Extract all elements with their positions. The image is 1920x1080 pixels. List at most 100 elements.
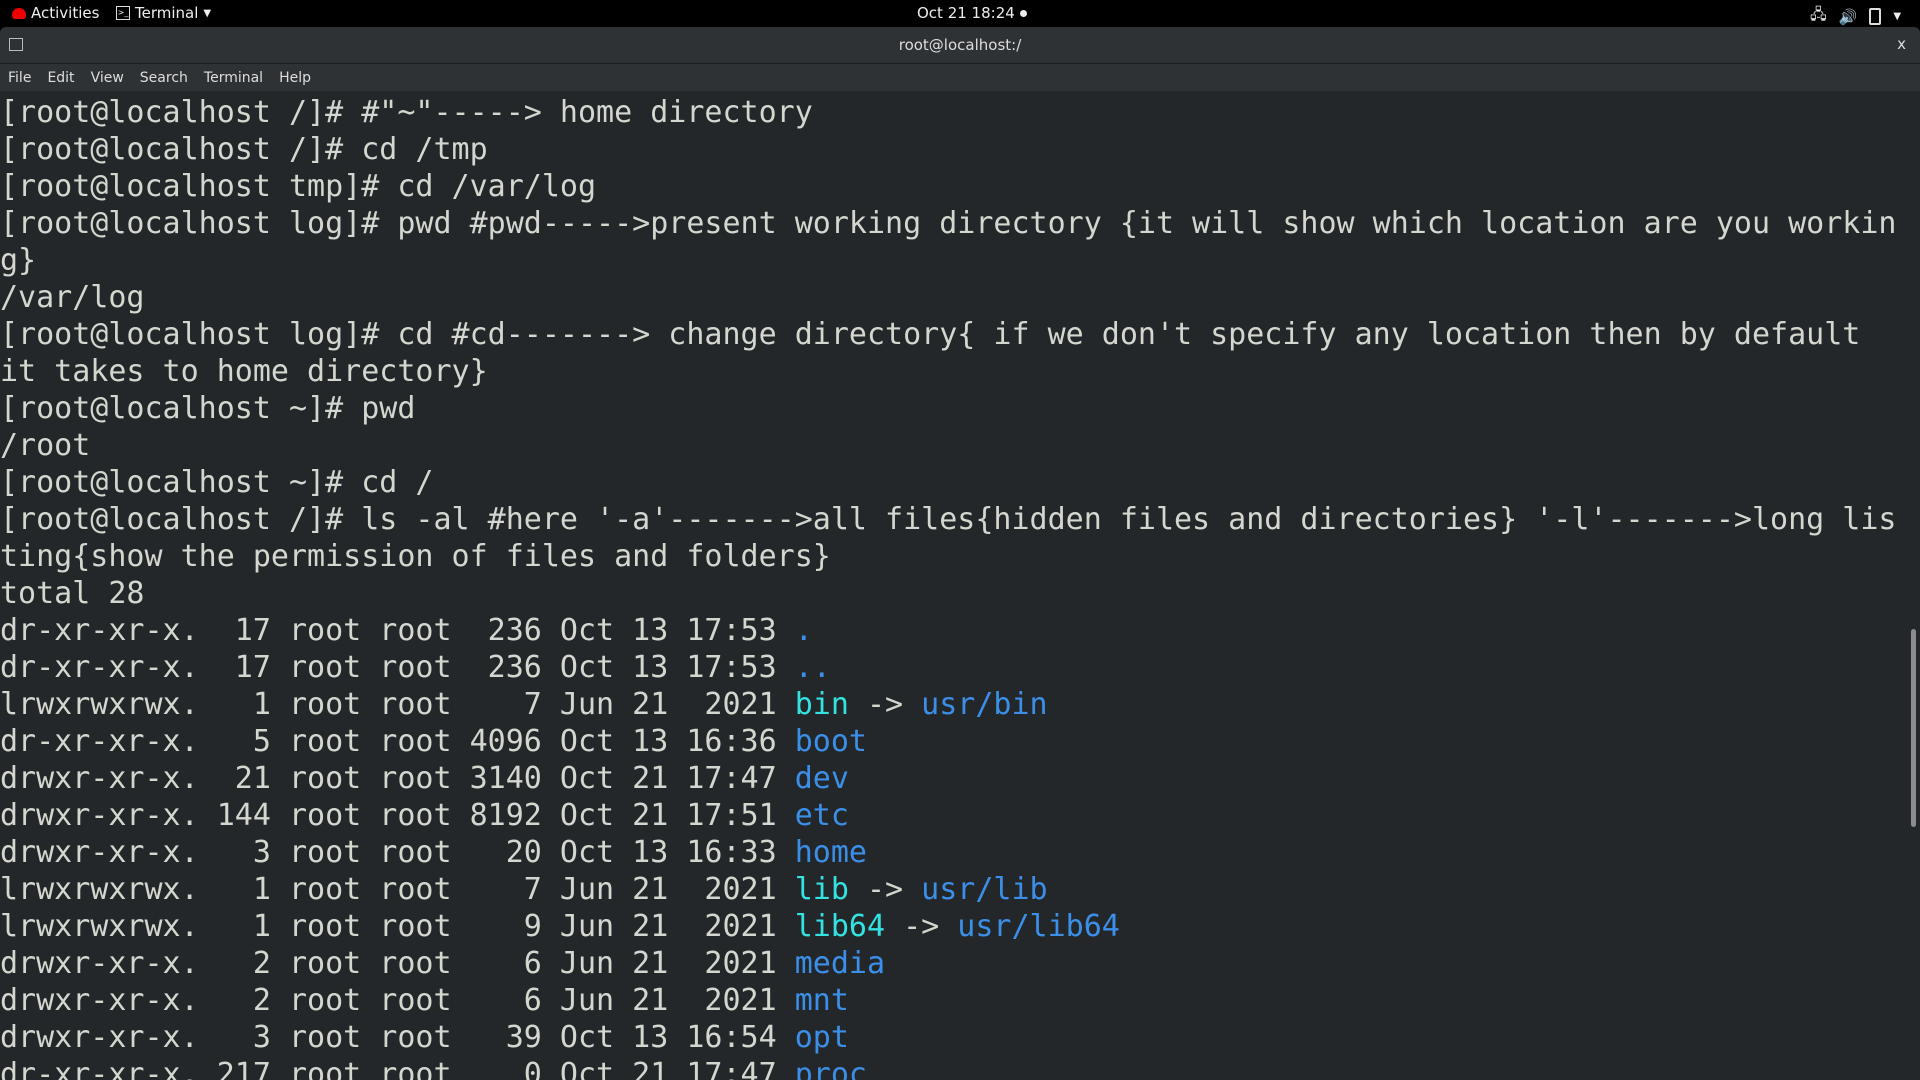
terminal-text: dr-xr-xr-x. 17 root root 236 Oct 13 17:5… [0, 613, 795, 648]
activities-label: Activities [31, 4, 100, 22]
menu-search[interactable]: Search [140, 70, 196, 86]
terminal-text: ting{show the permission of files and fo… [0, 539, 831, 574]
terminal-line: [root@localhost tmp]# cd /var/log [0, 168, 1906, 205]
terminal-text: [root@localhost tmp]# cd /var/log [0, 169, 597, 204]
terminal-text: [root@localhost log]# cd #cd-------> cha… [0, 317, 1861, 352]
directory-name: media [794, 946, 886, 981]
directory-name: proc [794, 1057, 867, 1080]
terminal-line: lrwxrwxrwx. 1 root root 9 Jun 21 2021 li… [0, 908, 1906, 945]
terminal-text: /root [0, 428, 91, 463]
terminal-text: [root@localhost ~]# pwd [0, 391, 416, 426]
directory-name: mnt [794, 983, 849, 1018]
terminal-line: dr-xr-xr-x. 5 root root 4096 Oct 13 16:3… [0, 723, 1906, 760]
directory-name: usr/lib64 [957, 909, 1120, 944]
chevron-down-icon: ▼ [203, 7, 212, 19]
notification-dot-icon [1019, 9, 1027, 17]
terminal-line: [root@localhost /]# ls -al #here '-a'---… [0, 501, 1906, 538]
terminal-line: [root@localhost /]# cd /tmp [0, 131, 1906, 168]
terminal-line: /var/log [0, 279, 1906, 316]
terminal-text: drwxr-xr-x. 2 root root 6 Jun 21 2021 [0, 983, 795, 1018]
directory-name: dev [794, 761, 849, 796]
terminal-text: dr-xr-xr-x. 5 root root 4096 Oct 13 16:3… [0, 724, 795, 759]
terminal-line: drwxr-xr-x. 3 root root 39 Oct 13 16:54 … [0, 1019, 1906, 1056]
terminal-text: -> [885, 909, 958, 944]
terminal-line: [root@localhost /]# #"~"-----> home dire… [0, 94, 1906, 131]
terminal-text: total 28 [0, 576, 145, 611]
scrollbar-thumb[interactable] [1911, 629, 1916, 827]
app-menu-button[interactable]: >_ Terminal ▼ [116, 4, 211, 22]
terminal-line: drwxr-xr-x. 21 root root 3140 Oct 21 17:… [0, 760, 1906, 797]
symlink-name: lib64 [794, 909, 886, 944]
directory-name: home [794, 835, 867, 870]
scrollbar[interactable] [1906, 91, 1920, 1080]
redhat-logo-icon [12, 7, 26, 19]
system-menu-button[interactable]: 🖧 🔊 ▼ [1810, 4, 1901, 29]
terminal-line: drwxr-xr-x. 3 root root 20 Oct 13 16:33 … [0, 834, 1906, 871]
directory-name: boot [794, 724, 867, 759]
terminal-line: total 28 [0, 575, 1906, 612]
volume-icon: 🔊 [1838, 7, 1858, 26]
chevron-down-icon: ▼ [1893, 11, 1902, 22]
terminal-line: lrwxrwxrwx. 1 root root 7 Jun 21 2021 bi… [0, 686, 1906, 723]
clock-button[interactable]: Oct 21 18:24 [917, 4, 1027, 22]
menu-terminal[interactable]: Terminal [204, 70, 271, 86]
terminal-line: g} [0, 242, 1906, 279]
battery-icon [1869, 8, 1882, 25]
terminal-text: drwxr-xr-x. 21 root root 3140 Oct 21 17:… [0, 761, 795, 796]
terminal-line: dr-xr-xr-x. 17 root root 236 Oct 13 17:5… [0, 612, 1906, 649]
terminal-line: dr-xr-xr-x. 17 root root 236 Oct 13 17:5… [0, 649, 1906, 686]
symlink-name: bin [794, 687, 849, 722]
menu-file[interactable]: File [8, 70, 39, 86]
menu-bar: File Edit View Search Terminal Help [0, 64, 1920, 91]
activities-button[interactable]: Activities [12, 4, 99, 22]
symlink-name: lib [794, 872, 849, 907]
menu-help[interactable]: Help [279, 70, 319, 86]
menu-view[interactable]: View [91, 70, 132, 86]
terminal-text: [root@localhost /]# cd /tmp [0, 132, 488, 167]
terminal-line: [root@localhost log]# pwd #pwd----->pres… [0, 205, 1906, 242]
directory-name: usr/bin [921, 687, 1048, 722]
terminal-text: lrwxrwxrwx. 1 root root 7 Jun 21 2021 [0, 872, 795, 907]
clock-label: Oct 21 18:24 [917, 4, 1015, 22]
close-button[interactable]: x [1897, 35, 1906, 53]
directory-name: opt [794, 1020, 849, 1055]
terminal-line: it takes to home directory} [0, 353, 1906, 390]
window-title: root@localhost:/ [898, 36, 1022, 54]
terminal-text: [root@localhost log]# pwd #pwd----->pres… [0, 206, 1897, 241]
terminal-line: [root@localhost log]# cd #cd-------> cha… [0, 316, 1906, 353]
terminal-lines: [root@localhost /]# #"~"-----> home dire… [0, 91, 1906, 1080]
directory-name: etc [794, 798, 849, 833]
terminal-text: -> [848, 872, 922, 907]
terminal-text: g} [0, 243, 37, 278]
terminal-icon: >_ [116, 6, 130, 20]
terminal-line: /root [0, 427, 1906, 464]
terminal-text: [root@localhost /]# #"~"-----> home dire… [0, 95, 813, 130]
terminal-text: -> [848, 687, 922, 722]
terminal-text: drwxr-xr-x. 2 root root 6 Jun 21 2021 [0, 946, 795, 981]
terminal-text: drwxr-xr-x. 144 root root 8192 Oct 21 17… [0, 798, 795, 833]
terminal-text: it takes to home directory} [0, 354, 488, 389]
terminal-text: lrwxrwxrwx. 1 root root 9 Jun 21 2021 [0, 909, 795, 944]
terminal-text: [root@localhost ~]# cd / [0, 465, 434, 500]
terminal-line: drwxr-xr-x. 144 root root 8192 Oct 21 17… [0, 797, 1906, 834]
menu-edit[interactable]: Edit [47, 70, 82, 86]
terminal-output[interactable]: [root@localhost /]# #"~"-----> home dire… [0, 91, 1906, 1080]
window-titlebar: root@localhost:/ x [0, 27, 1920, 64]
terminal-text: drwxr-xr-x. 3 root root 39 Oct 13 16:54 [0, 1020, 795, 1055]
terminal-text: dr-xr-xr-x. 17 root root 236 Oct 13 17:5… [0, 650, 795, 685]
app-menu-label: Terminal [135, 4, 199, 22]
terminal-text: /var/log [0, 280, 145, 315]
terminal-text: dr-xr-xr-x. 217 root root 0 Oct 21 17:47 [0, 1057, 795, 1080]
gnome-top-bar: Activities >_ Terminal ▼ Oct 21 18:24 🖧 … [0, 0, 1920, 27]
directory-name: usr/lib [921, 872, 1048, 907]
terminal-line: [root@localhost ~]# pwd [0, 390, 1906, 427]
network-icon: 🖧 [1810, 5, 1827, 23]
directory-name: .. [794, 650, 831, 685]
terminal-line: drwxr-xr-x. 2 root root 6 Jun 21 2021 mn… [0, 982, 1906, 1019]
terminal-line: lrwxrwxrwx. 1 root root 7 Jun 21 2021 li… [0, 871, 1906, 908]
terminal-line: ting{show the permission of files and fo… [0, 538, 1906, 575]
terminal-text: [root@localhost /]# ls -al #here '-a'---… [0, 502, 1897, 537]
terminal-text: drwxr-xr-x. 3 root root 20 Oct 13 16:33 [0, 835, 795, 870]
terminal-line: drwxr-xr-x. 2 root root 6 Jun 21 2021 me… [0, 945, 1906, 982]
terminal-text: lrwxrwxrwx. 1 root root 7 Jun 21 2021 [0, 687, 795, 722]
